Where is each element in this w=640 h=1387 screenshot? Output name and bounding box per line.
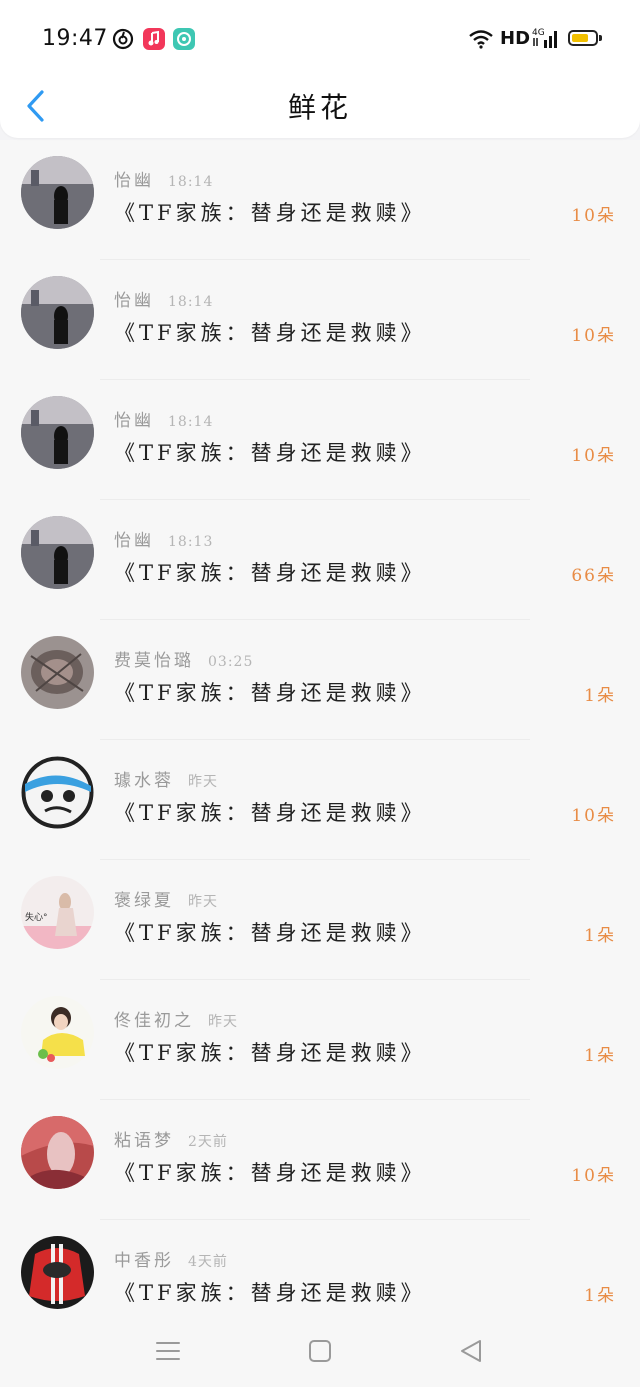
- flower-amount: 10朵: [571, 206, 616, 226]
- sender-name: 中香彤: [114, 1251, 174, 1271]
- book-title: 《TF家族：替身还是救赎》: [114, 1161, 426, 1185]
- book-title: 《TF家族：替身还是救赎》: [114, 1281, 426, 1305]
- battery-fill: [572, 34, 588, 42]
- sender-name: 粘语梦: [114, 1131, 174, 1151]
- book-title: 《TF家族：替身还是救赎》: [114, 801, 426, 825]
- book-title: 《TF家族：替身还是救赎》: [114, 921, 426, 945]
- avatar[interactable]: [21, 516, 94, 589]
- avatar[interactable]: [21, 156, 94, 229]
- sender-line: 怡幽 18:14: [114, 406, 214, 431]
- avatar[interactable]: [21, 636, 94, 709]
- list-item[interactable]: 费莫怡璐 03:25 《TF家族：替身还是救赎》 1朵: [0, 620, 640, 740]
- system-navigation-bar: [0, 1318, 640, 1387]
- avatar-caption: 失心°: [25, 911, 48, 923]
- avatar[interactable]: [21, 996, 94, 1069]
- avatar[interactable]: [21, 1116, 94, 1189]
- flower-amount: 1朵: [584, 1286, 616, 1306]
- sender-line: 璩水蓉 昨天: [114, 766, 218, 791]
- flower-amount: 10朵: [571, 1166, 616, 1186]
- avatar[interactable]: 失心°: [21, 876, 94, 949]
- sent-time: 18:13: [168, 534, 214, 550]
- status-time: 19:47: [42, 26, 108, 51]
- avatar[interactable]: [21, 396, 94, 469]
- sent-time: 2天前: [188, 1134, 228, 1150]
- sent-time: 18:14: [168, 174, 214, 190]
- sender-line: 费莫怡璐 03:25: [114, 646, 254, 671]
- list-item[interactable]: 粘语梦 2天前 《TF家族：替身还是救赎》 10朵: [0, 1100, 640, 1220]
- list-item[interactable]: 璩水蓉 昨天 《TF家族：替身还是救赎》 10朵: [0, 740, 640, 860]
- sender-name: 怡幽: [114, 411, 154, 431]
- sender-line: 佟佳初之 昨天: [114, 1006, 238, 1031]
- sender-line: 中香彤 4天前: [114, 1246, 228, 1271]
- sender-name: 怡幽: [114, 171, 154, 191]
- sent-time: 昨天: [208, 1014, 238, 1030]
- flower-amount: 10朵: [571, 446, 616, 466]
- music-icon: [143, 28, 165, 50]
- battery-icon: [568, 30, 598, 46]
- list-item[interactable]: 怡幽 18:14 《TF家族：替身还是救赎》 10朵: [0, 380, 640, 500]
- avatar[interactable]: [21, 1236, 94, 1309]
- book-title: 《TF家族：替身还是救赎》: [114, 321, 426, 345]
- sent-time: 4天前: [188, 1254, 228, 1270]
- sender-line: 怡幽 18:13: [114, 526, 214, 551]
- sent-time: 昨天: [188, 894, 218, 910]
- sender-name: 怡幽: [114, 531, 154, 551]
- network-type: HD: [500, 28, 531, 49]
- sender-name: 怡幽: [114, 291, 154, 311]
- flower-amount: 10朵: [571, 806, 616, 826]
- list-item[interactable]: 佟佳初之 昨天 《TF家族：替身还是救赎》 1朵: [0, 980, 640, 1100]
- sender-line: 怡幽 18:14: [114, 166, 214, 191]
- wifi-icon: [469, 30, 493, 49]
- list-item[interactable]: 怡幽 18:14 《TF家族：替身还是救赎》 10朵: [0, 260, 640, 380]
- battery-tip: [599, 35, 602, 41]
- flower-amount: 66朵: [571, 566, 616, 586]
- sender-line: 褒绿夏 昨天: [114, 886, 218, 911]
- signal-label: 4G: [532, 28, 545, 38]
- flower-amount: 1朵: [584, 1046, 616, 1066]
- mini-program-icon: [173, 28, 195, 50]
- book-title: 《TF家族：替身还是救赎》: [114, 1041, 426, 1065]
- sender-name: 璩水蓉: [114, 771, 174, 791]
- sender-line: 粘语梦 2天前: [114, 1126, 228, 1151]
- list-item[interactable]: 失心° 褒绿夏 昨天 《TF家族：替身还是救赎》 1朵: [0, 860, 640, 980]
- netease-music-icon: [112, 28, 134, 50]
- list-item[interactable]: 怡幽 18:13 《TF家族：替身还是救赎》 66朵: [0, 500, 640, 620]
- page-title: 鲜花: [287, 91, 352, 124]
- sent-time: 18:14: [168, 294, 214, 310]
- status-bar: 19:47 HD 4G: [0, 0, 640, 78]
- book-title: 《TF家族：替身还是救赎》: [114, 561, 426, 585]
- back-triangle-icon[interactable]: [457, 1336, 487, 1366]
- menu-icon[interactable]: [153, 1336, 183, 1366]
- book-title: 《TF家族：替身还是救赎》: [114, 441, 426, 465]
- flower-amount: 1朵: [584, 926, 616, 946]
- sender-line: 怡幽 18:14: [114, 286, 214, 311]
- sent-time: 18:14: [168, 414, 214, 430]
- header: 19:47 HD 4G 鲜花: [0, 0, 640, 140]
- sender-name: 费莫怡璐: [114, 651, 194, 671]
- home-icon[interactable]: [305, 1336, 335, 1366]
- book-title: 《TF家族：替身还是救赎》: [114, 681, 426, 705]
- sender-name: 佟佳初之: [114, 1011, 194, 1031]
- sender-name: 褒绿夏: [114, 891, 174, 911]
- avatar[interactable]: [21, 276, 94, 349]
- sent-time: 昨天: [188, 774, 218, 790]
- book-title: 《TF家族：替身还是救赎》: [114, 201, 426, 225]
- flower-amount: 1朵: [584, 686, 616, 706]
- sent-time: 03:25: [208, 654, 254, 670]
- list-item[interactable]: 怡幽 18:14 《TF家族：替身还是救赎》 10朵: [0, 140, 640, 260]
- flower-amount: 10朵: [571, 326, 616, 346]
- signal-icon: 4G: [532, 28, 557, 48]
- avatar[interactable]: [21, 756, 94, 829]
